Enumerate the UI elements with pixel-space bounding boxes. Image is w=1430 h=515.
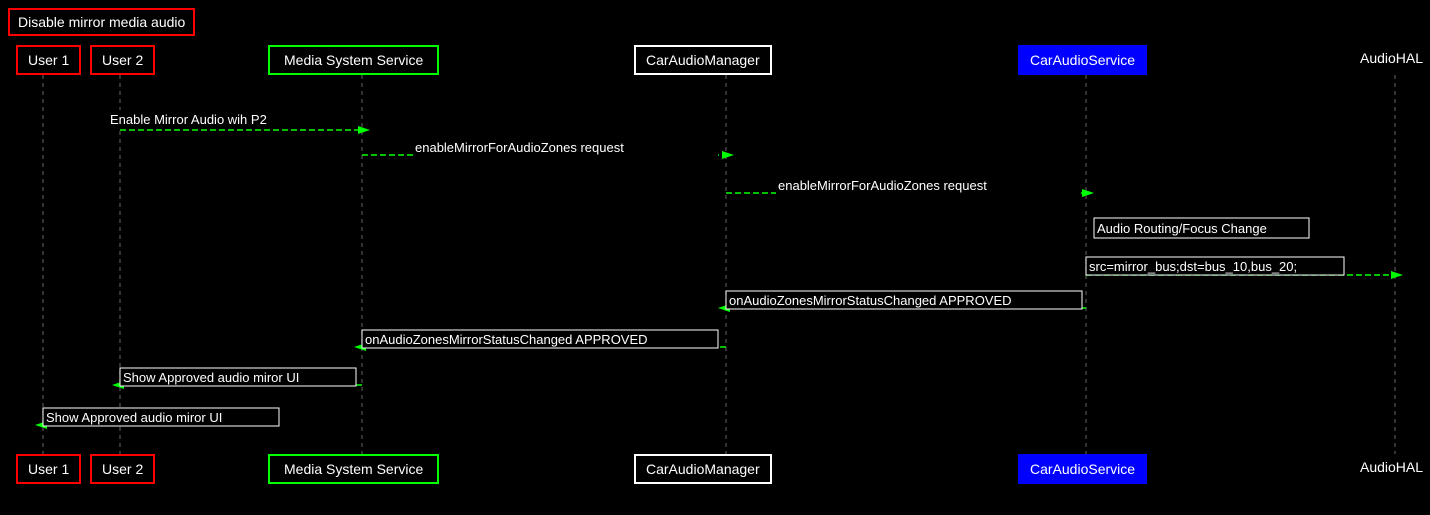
actor-hal-top: AudioHAL: [1360, 45, 1423, 71]
actor-hal-bottom: AudioHAL: [1360, 454, 1423, 480]
actor-user1-bottom: User 1: [16, 454, 81, 484]
svg-text:Enable Mirror Audio wih P2: Enable Mirror Audio wih P2: [110, 112, 267, 127]
actor-cas-bottom: CarAudioService: [1018, 454, 1147, 484]
svg-text:Show Approved audio miror UI: Show Approved audio miror UI: [123, 370, 299, 385]
actor-mss-bottom: Media System Service: [268, 454, 439, 484]
sequence-diagram-svg: Enable Mirror Audio wih P2 enableMirrorF…: [0, 0, 1430, 515]
actor-user2-bottom: User 2: [90, 454, 155, 484]
actor-cam-bottom: CarAudioManager: [634, 454, 772, 484]
title-box-top: Disable mirror media audio: [8, 8, 195, 36]
svg-text:Audio Routing/Focus Change: Audio Routing/Focus Change: [1097, 221, 1267, 236]
actor-mss-top: Media System Service: [268, 45, 439, 75]
diagram-container: Disable mirror media audio User 1 User 2…: [0, 0, 1430, 515]
svg-text:Show Approved audio miror UI: Show Approved audio miror UI: [46, 410, 222, 425]
actor-user2-top: User 2: [90, 45, 155, 75]
actor-cas-top: CarAudioService: [1018, 45, 1147, 75]
svg-text:enableMirrorForAudioZones requ: enableMirrorForAudioZones request: [415, 140, 624, 155]
svg-text:onAudioZonesMirrorStatusChange: onAudioZonesMirrorStatusChanged APPROVED: [365, 332, 648, 347]
svg-text:src=mirror_bus;dst=bus_10,bus_: src=mirror_bus;dst=bus_10,bus_20;: [1089, 259, 1297, 274]
svg-text:enableMirrorForAudioZones requ: enableMirrorForAudioZones request: [778, 178, 987, 193]
actor-user1-top: User 1: [16, 45, 81, 75]
svg-text:onAudioZonesMirrorStatusChange: onAudioZonesMirrorStatusChanged APPROVED: [729, 293, 1012, 308]
actor-cam-top: CarAudioManager: [634, 45, 772, 75]
